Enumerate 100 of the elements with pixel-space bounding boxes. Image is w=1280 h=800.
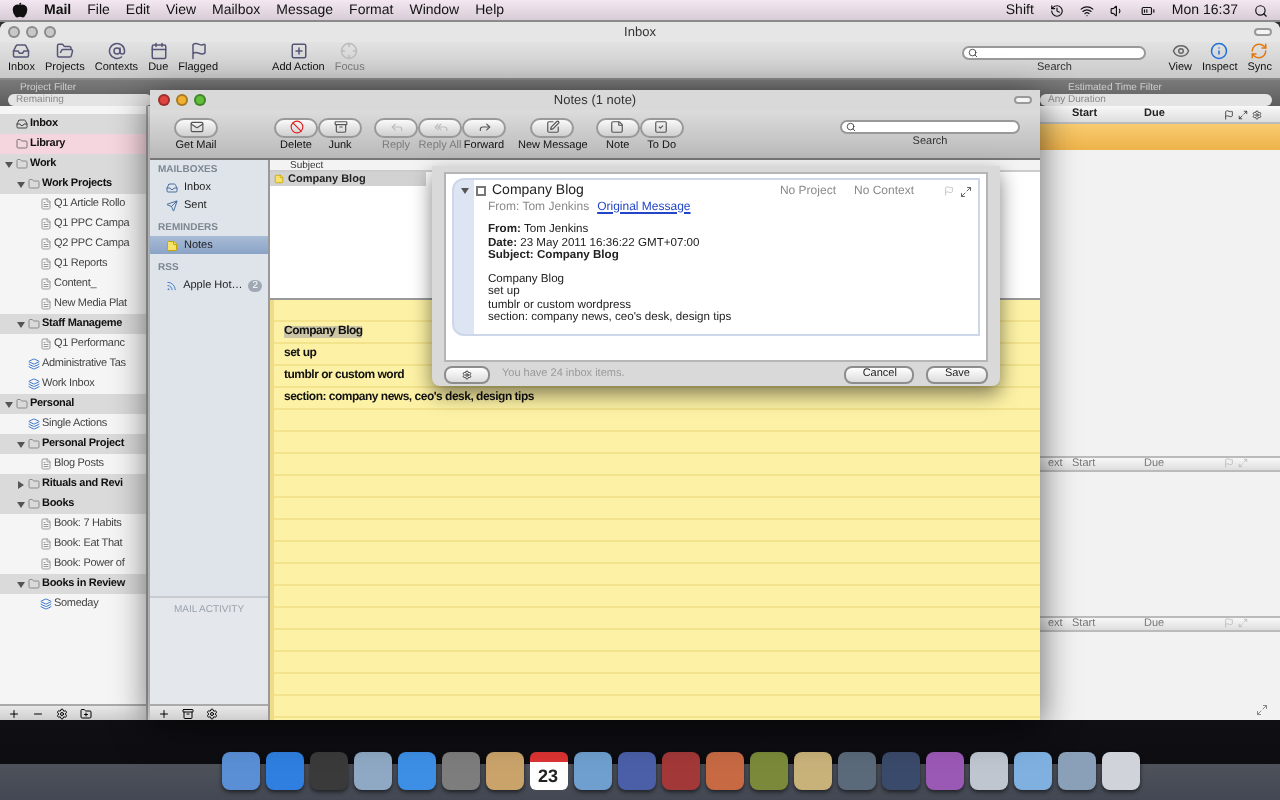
checkbox-icon xyxy=(654,120,669,134)
reply-icon xyxy=(389,120,403,134)
list-document-icon xyxy=(40,238,52,250)
disclosure-triangle[interactable] xyxy=(16,179,26,189)
folder-icon xyxy=(28,178,40,190)
calendar-app-icon[interactable]: 23 xyxy=(529,752,567,790)
envelope-icon xyxy=(189,120,203,134)
settings-icon[interactable] xyxy=(56,707,68,719)
remove-icon[interactable] xyxy=(32,707,44,719)
note-icon xyxy=(610,120,625,134)
zoom-button[interactable] xyxy=(44,26,56,38)
dock-app-icon[interactable] xyxy=(749,752,787,790)
folder-icon xyxy=(55,42,74,60)
list-document-icon xyxy=(40,538,52,550)
note-icon xyxy=(166,239,178,251)
forward-icon xyxy=(477,120,491,134)
list-document-icon xyxy=(40,198,52,210)
flag-icon xyxy=(1224,109,1234,119)
stack-icon xyxy=(28,358,40,370)
reply-all-icon xyxy=(433,120,447,134)
compose-icon xyxy=(545,120,560,134)
search-icon xyxy=(968,48,979,58)
dock-app-icon[interactable] xyxy=(265,752,303,790)
rss-icon xyxy=(166,279,178,291)
expand-icon xyxy=(1238,109,1248,119)
battery-icon[interactable] xyxy=(1139,3,1156,17)
folder-icon xyxy=(28,498,40,510)
clock-history-icon[interactable] xyxy=(1049,3,1064,17)
search-icon xyxy=(846,122,856,132)
list-document-icon xyxy=(40,258,52,270)
archive-box-icon xyxy=(333,120,347,134)
at-sign-icon xyxy=(107,42,126,60)
folder-icon xyxy=(16,398,28,410)
folder-icon xyxy=(16,138,28,150)
disclosure-triangle[interactable] xyxy=(16,499,26,509)
dock-app-icon[interactable] xyxy=(397,752,435,790)
dock-app-icon[interactable] xyxy=(1013,752,1051,790)
dock-app-icon[interactable] xyxy=(573,752,611,790)
checkbox[interactable] xyxy=(476,186,486,196)
dock-app-icon[interactable] xyxy=(1057,752,1095,790)
crosshair-icon xyxy=(340,42,359,60)
list-document-icon xyxy=(40,298,52,310)
folder-icon xyxy=(28,478,40,490)
dock-app-icon[interactable] xyxy=(221,752,259,790)
minimize-button[interactable] xyxy=(26,26,38,38)
folder-icon xyxy=(28,438,40,450)
inbox-tray-icon xyxy=(166,181,178,193)
toolbar-toggle-button[interactable] xyxy=(1254,28,1272,36)
stack-icon xyxy=(28,378,40,390)
disclosure-triangle[interactable] xyxy=(16,319,26,329)
stack-icon xyxy=(40,598,52,610)
paper-plane-icon xyxy=(166,199,178,211)
settings-icon[interactable] xyxy=(206,707,218,719)
volume-icon[interactable] xyxy=(1109,3,1124,17)
minimize-button[interactable] xyxy=(176,94,188,106)
dock-app-icon[interactable] xyxy=(969,752,1007,790)
archive-box-icon[interactable] xyxy=(182,707,194,719)
no-entry-icon xyxy=(289,120,303,134)
add-icon[interactable] xyxy=(8,707,20,719)
search-icon[interactable] xyxy=(1254,3,1268,17)
search-field[interactable] xyxy=(840,120,1020,134)
list-document-icon xyxy=(40,558,52,570)
close-button[interactable] xyxy=(8,26,20,38)
action-menu-button[interactable] xyxy=(444,365,490,383)
dock-app-icon[interactable] xyxy=(793,752,831,790)
list-document-icon xyxy=(40,518,52,530)
flag-icon xyxy=(189,42,208,60)
dock-app-icon[interactable] xyxy=(705,752,743,790)
dock-app-icon[interactable] xyxy=(353,752,391,790)
wifi-icon[interactable] xyxy=(1079,3,1094,17)
list-document-icon xyxy=(40,338,52,350)
list-document-icon xyxy=(40,458,52,470)
inbox-tray-icon xyxy=(12,42,31,60)
dock-app-icon[interactable] xyxy=(441,752,479,790)
disclosure-triangle[interactable] xyxy=(16,579,26,589)
plus-square-icon xyxy=(289,42,308,60)
calendar-icon xyxy=(149,42,168,60)
disclosure-triangle[interactable] xyxy=(4,159,14,169)
dock-app-icon[interactable] xyxy=(1101,752,1139,790)
sync-icon xyxy=(1250,42,1269,60)
disclosure-triangle[interactable] xyxy=(16,439,26,449)
folder-icon xyxy=(28,318,40,330)
add-icon[interactable] xyxy=(158,707,170,719)
apple-logo-icon[interactable] xyxy=(12,2,28,18)
toolbar-toggle-button[interactable] xyxy=(1014,96,1032,104)
info-icon xyxy=(1210,42,1229,60)
note-icon xyxy=(274,174,284,184)
add-folder-icon[interactable] xyxy=(80,707,92,719)
stack-icon xyxy=(28,418,40,430)
dock-app-icon[interactable] xyxy=(485,752,523,790)
inbox-tray-icon xyxy=(16,118,28,130)
disclosure-triangle[interactable] xyxy=(460,186,470,196)
zoom-button[interactable] xyxy=(194,94,206,106)
list-document-icon xyxy=(40,218,52,230)
disclosure-triangle[interactable] xyxy=(16,479,26,489)
settings-icon xyxy=(1252,109,1262,119)
close-button[interactable] xyxy=(158,94,170,106)
disclosure-triangle[interactable] xyxy=(4,399,14,409)
search-field[interactable] xyxy=(962,46,1147,60)
list-document-icon xyxy=(40,278,52,290)
